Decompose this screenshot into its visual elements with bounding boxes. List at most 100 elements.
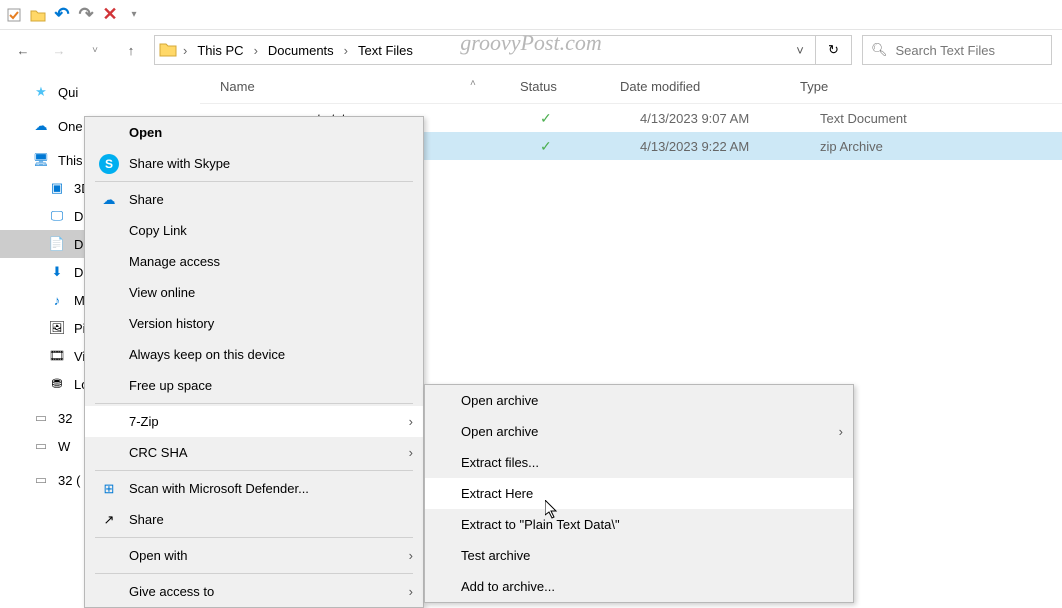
menu-version[interactable]: Version history <box>85 308 423 339</box>
menu-label: Open <box>129 125 162 140</box>
menu-label: Give access to <box>129 584 214 599</box>
search-placeholder: Search Text Files <box>896 43 995 58</box>
menu-label: Test archive <box>461 548 530 563</box>
disk-icon: ⛃ <box>48 375 66 393</box>
chevron-right-icon: › <box>409 584 413 599</box>
menu-label: Free up space <box>129 378 212 393</box>
blank-icon <box>99 123 119 143</box>
submenu-extract-files[interactable]: Extract files... <box>425 447 853 478</box>
menu-skype[interactable]: SShare with Skype <box>85 148 423 179</box>
dropdown-icon[interactable]: ▾ <box>126 7 142 23</box>
video-icon: 🎞 <box>48 347 66 365</box>
submenu-open-archive-sub[interactable]: Open archive › <box>425 416 853 447</box>
menu-7zip[interactable]: 7-Zip › <box>85 406 423 437</box>
refresh-button[interactable]: ↻ <box>816 35 852 65</box>
sidebar-item-label: D <box>74 265 83 280</box>
column-status[interactable]: Status <box>520 79 620 94</box>
sidebar-item-label: 32 ( <box>58 473 80 488</box>
context-menu: Open SShare with Skype ☁Share Copy Link … <box>84 116 424 608</box>
drive-icon: ▭ <box>32 437 50 455</box>
star-icon: ★ <box>32 83 50 101</box>
redo-icon[interactable]: ↷ <box>78 7 94 23</box>
menu-share2[interactable]: ↗Share <box>85 504 423 535</box>
chevron-right-icon: › <box>409 414 413 429</box>
up-button[interactable]: ↑ <box>118 37 144 63</box>
chevron-right-icon: › <box>839 424 843 439</box>
menu-always[interactable]: Always keep on this device <box>85 339 423 370</box>
menu-crcsha[interactable]: CRC SHA › <box>85 437 423 468</box>
menu-manage[interactable]: Manage access <box>85 246 423 277</box>
download-icon: ⬇ <box>48 263 66 281</box>
menu-separator <box>95 181 413 182</box>
menu-label: Share with Skype <box>129 156 230 171</box>
sidebar-item-label: This <box>58 153 83 168</box>
shield-icon: ⊞ <box>99 479 119 499</box>
search-icon: 🔍︎ <box>871 42 888 58</box>
breadcrumb-root[interactable]: This PC <box>193 41 247 60</box>
folder-icon[interactable] <box>30 7 46 23</box>
breadcrumb-textfiles[interactable]: Text Files <box>354 41 417 60</box>
menu-viewonline[interactable]: View online <box>85 277 423 308</box>
delete-icon[interactable]: ✕ <box>102 7 118 23</box>
sidebar-item-label: W <box>58 439 70 454</box>
checkbox-icon[interactable] <box>6 7 22 23</box>
file-date: 4/13/2023 9:22 AM <box>640 139 820 154</box>
menu-label: CRC SHA <box>129 445 188 460</box>
picture-icon: 🖼 <box>48 319 66 337</box>
menu-label: Add to archive... <box>461 579 555 594</box>
menu-label: Share <box>129 512 164 527</box>
submenu-open-archive[interactable]: Open archive <box>425 385 853 416</box>
submenu-extract-to[interactable]: Extract to "Plain Text Data\" <box>425 509 853 540</box>
column-date[interactable]: Date modified <box>620 79 800 94</box>
undo-icon[interactable]: ↶ <box>54 7 70 23</box>
doc-icon: 📄 <box>48 235 66 253</box>
menu-label: Always keep on this device <box>129 347 285 362</box>
menu-label: Share <box>129 192 164 207</box>
back-button[interactable]: ← <box>10 37 36 63</box>
breadcrumb[interactable]: › This PC › Documents › Text Files ˅ <box>154 35 816 65</box>
menu-separator <box>95 573 413 574</box>
folder-icon <box>159 41 177 59</box>
cloud-icon: ☁ <box>32 117 50 135</box>
chevron-right-icon[interactable]: › <box>250 43 262 58</box>
context-submenu-7zip: Open archive Open archive › Extract files… <box>424 384 854 603</box>
forward-button: → <box>46 37 72 63</box>
submenu-add-to-archive[interactable]: Add to archive... <box>425 571 853 602</box>
file-type: Text Document <box>820 111 1062 126</box>
drive-icon: ▭ <box>32 409 50 427</box>
chevron-down-icon[interactable]: ˅ <box>789 43 811 58</box>
menu-openwith[interactable]: Open with› <box>85 540 423 571</box>
menu-label: Extract to "Plain Text Data\" <box>461 517 620 532</box>
titlebar: ↶ ↷ ✕ ▾ <box>0 0 1062 30</box>
menu-copylink[interactable]: Copy Link <box>85 215 423 246</box>
file-status: ✓ <box>540 138 640 155</box>
menu-defender[interactable]: ⊞Scan with Microsoft Defender... <box>85 473 423 504</box>
menu-open[interactable]: Open <box>85 117 423 148</box>
music-icon: ♪ <box>48 291 66 309</box>
column-type[interactable]: Type <box>800 79 1062 94</box>
menu-label: Copy Link <box>129 223 187 238</box>
menu-freeup[interactable]: Free up space <box>85 370 423 401</box>
menu-label: Open archive <box>461 393 538 408</box>
menu-label: Extract Here <box>461 486 533 501</box>
menu-share[interactable]: ☁Share <box>85 184 423 215</box>
column-headers: Name Status Date modified Type <box>200 70 1062 104</box>
navbar: ← → ˅ ↑ › This PC › Documents › Text Fil… <box>0 30 1062 70</box>
history-dropdown[interactable]: ˅ <box>82 37 108 63</box>
chevron-right-icon[interactable]: › <box>340 43 352 58</box>
menu-label: Extract files... <box>461 455 539 470</box>
chevron-right-icon: › <box>409 445 413 460</box>
submenu-extract-here[interactable]: Extract Here <box>425 478 853 509</box>
menu-label: 7-Zip <box>129 414 159 429</box>
chevron-right-icon[interactable]: › <box>179 43 191 58</box>
sidebar-item-quickaccess[interactable]: ★Qui <box>0 78 200 106</box>
menu-label: Open archive <box>461 424 538 439</box>
menu-label: Manage access <box>129 254 220 269</box>
menu-label: Version history <box>129 316 214 331</box>
breadcrumb-documents[interactable]: Documents <box>264 41 338 60</box>
file-status: ✓ <box>540 110 640 127</box>
pc-icon: 🖥 <box>32 151 50 169</box>
3d-icon: ▣ <box>48 179 66 197</box>
submenu-test-archive[interactable]: Test archive <box>425 540 853 571</box>
search-input[interactable]: 🔍︎ Search Text Files <box>862 35 1052 65</box>
